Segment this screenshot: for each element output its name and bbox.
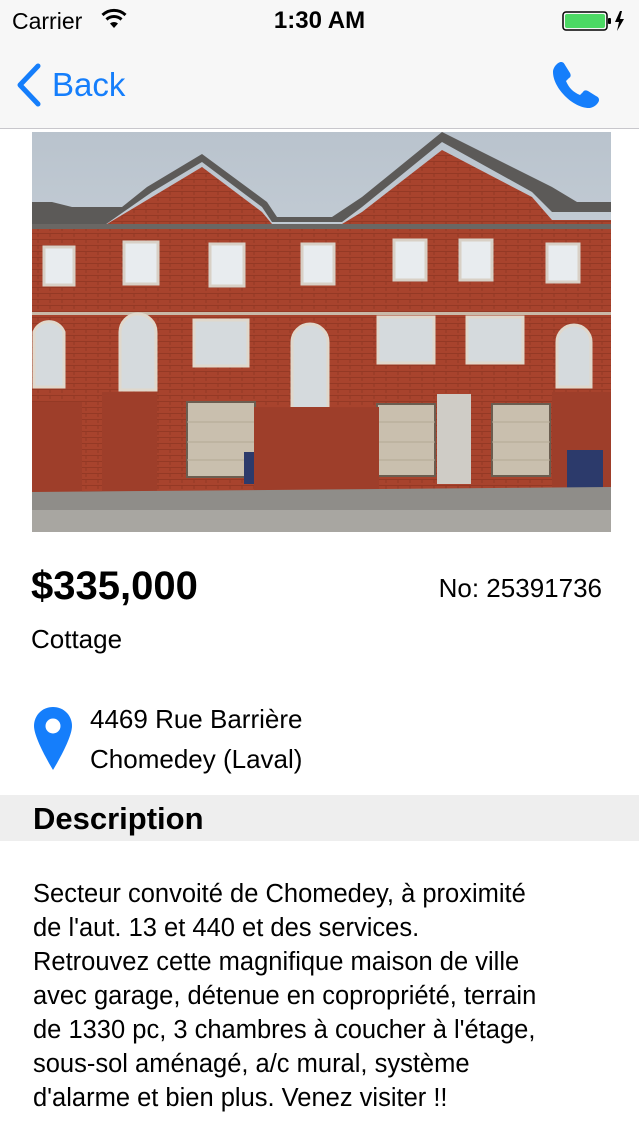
description-line: Retrouvez cette magnifique maison de vil… xyxy=(33,948,520,976)
description-header: Description xyxy=(0,795,639,841)
house-photo xyxy=(32,132,611,532)
map-pin-icon xyxy=(34,707,72,770)
address-city[interactable]: Chomedey (Laval) xyxy=(90,744,302,775)
description-line: avec garage, détenue en copropriété, ter… xyxy=(33,982,537,1010)
description-line: de l'aut. 13 et 440 et des services. xyxy=(33,914,420,942)
listing-detail-screen: Carrier 1:30 AM Back $335,000 No: 253917… xyxy=(0,0,639,1136)
status-bar: Carrier 1:30 AM xyxy=(0,0,639,40)
description-line: Secteur convoité de Chomedey, à proximit… xyxy=(33,880,526,908)
address-street[interactable]: 4469 Rue Barrière xyxy=(90,704,302,735)
description-line: sous-sol aménagé, a/c mural, système xyxy=(33,1050,470,1078)
house-photo-image xyxy=(32,132,611,532)
back-chevron-icon xyxy=(17,63,41,107)
back-label: Back xyxy=(52,66,126,103)
property-type: Cottage xyxy=(31,624,123,654)
description-text: Secteur convoité de Chomedey, à proximit… xyxy=(33,877,613,1115)
back-button[interactable]: Back xyxy=(14,62,125,108)
description-line: d'alarme et bien plus. Venez visiter !! xyxy=(33,1084,448,1112)
phone-icon[interactable] xyxy=(549,58,603,112)
status-time: 1:30 AM xyxy=(273,7,366,34)
listing-number: No: 25391736 xyxy=(438,573,602,603)
description-title: Description xyxy=(33,801,204,836)
listing-price: $335,000 xyxy=(31,564,198,608)
navigation-bar: Back xyxy=(0,40,639,129)
description-line: de 1330 pc, 3 chambres à coucher à l'éta… xyxy=(33,1016,536,1044)
battery-icon xyxy=(562,11,624,31)
